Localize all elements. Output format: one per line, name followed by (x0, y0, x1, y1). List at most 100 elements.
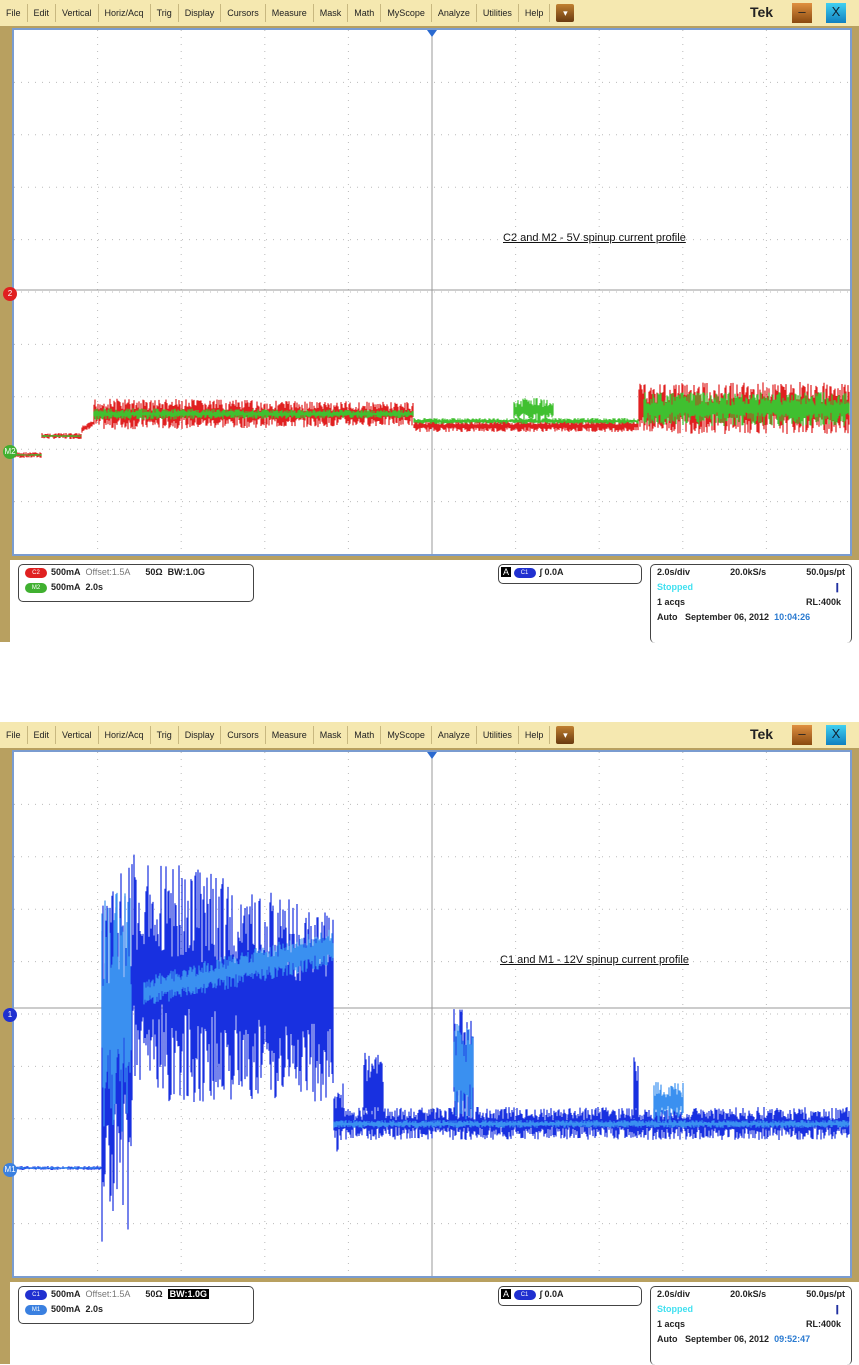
menu-horizacq[interactable]: Horiz/Acq (99, 4, 151, 22)
acq-count: 1 acqs (657, 597, 686, 607)
date: September 06, 2012 (685, 1334, 770, 1344)
trigger-type: Auto (657, 1334, 678, 1344)
math-badge[interactable]: M2 (25, 582, 47, 593)
thermometer-icon: ❙ (833, 1304, 841, 1314)
record-length: RL:400k (805, 1319, 841, 1329)
tek-logo: Tek (750, 4, 774, 20)
impedance: 50Ω (145, 567, 163, 577)
math-scale: 500mA (51, 1304, 81, 1314)
trigger-position-icon (427, 752, 437, 759)
math-time: 2.0s (85, 1304, 104, 1314)
menu-help[interactable]: Help (519, 726, 551, 744)
menu-bar: File Edit Vertical Horiz/Acq Trig Display Curs… (0, 722, 859, 748)
channel-marker[interactable]: 2 (3, 287, 17, 301)
status-area: C1 500mA Offset:1.5A 50Ω BW:1.0G M1 500mA … (10, 1282, 859, 1365)
menu-measure[interactable]: Measure (266, 4, 314, 22)
menu-edit[interactable]: Edit (28, 4, 57, 22)
menu-bar: File Edit Vertical Horiz/Acq Trig Display Curs… (0, 0, 859, 26)
menu-trig[interactable]: Trig (151, 726, 179, 744)
math-marker[interactable]: M1 (3, 1163, 17, 1177)
channel-readout[interactable]: C1 500mA Offset:1.5A 50Ω BW:1.0G M1 500mA … (18, 1286, 254, 1324)
channel-marker[interactable]: 1 (3, 1008, 17, 1022)
trigger-readout[interactable]: A C1 ∫ 0.0A (498, 1286, 642, 1306)
math-scale: 500mA (51, 582, 81, 592)
resolution: 50.0µs/pt (806, 1289, 845, 1299)
sample-rate: 20.0kS/s (730, 1289, 767, 1299)
menu-vertical[interactable]: Vertical (56, 726, 99, 744)
channel-offset: Offset:1.5A (85, 1289, 131, 1299)
menu-dropdown-button[interactable]: ▾ (556, 726, 575, 744)
trigger-level: ∫ 0.0A (539, 567, 564, 577)
channel-badge[interactable]: C2 (25, 567, 47, 578)
channel-readout[interactable]: C2 500mA Offset:1.5A 50Ω BW:1.0G M2 500mA … (18, 564, 254, 602)
bandwidth: BW:1.0G (167, 567, 206, 577)
annotation: C2 and M2 - 5V spinup current profile (503, 232, 686, 244)
menu-display[interactable]: Display (179, 4, 222, 22)
trigger-mode: A (501, 1289, 512, 1299)
menu-analyze[interactable]: Analyze (432, 726, 477, 744)
menu-cursors[interactable]: Cursors (221, 4, 266, 22)
trigger-readout[interactable]: A C1 ∫ 0.0A (498, 564, 642, 584)
minimize-button[interactable]: – (792, 725, 812, 745)
sample-rate: 20.0kS/s (730, 567, 767, 577)
scope-screen: File Edit Vertical Horiz/Acq Trig Display Curs… (0, 722, 859, 1365)
menu-analyze[interactable]: Analyze (432, 4, 477, 22)
timebase: 2.0s/div (657, 1289, 691, 1299)
math-badge[interactable]: M1 (25, 1304, 47, 1315)
menu-math[interactable]: Math (348, 4, 382, 22)
menu-cursors[interactable]: Cursors (221, 726, 266, 744)
acquisition-readout[interactable]: 2.0s/div 20.0kS/s 50.0µs/pt Stopped ❙ 1 acq… (650, 1286, 852, 1365)
trigger-mode: A (501, 567, 512, 577)
menu-trig[interactable]: Trig (151, 4, 179, 22)
menu-display[interactable]: Display (179, 726, 222, 744)
status-area: C2 500mA Offset:1.5A 50Ω BW:1.0G M2 500mA … (10, 560, 859, 643)
menu-mask[interactable]: Mask (314, 726, 349, 744)
trigger-source: C1 (513, 567, 536, 578)
math-marker[interactable]: M2 (3, 445, 17, 459)
trigger-type: Auto (657, 612, 678, 622)
close-button[interactable]: X (826, 3, 846, 23)
acquisition-readout[interactable]: 2.0s/div 20.0kS/s 50.0µs/pt Stopped ❙ 1 acq… (650, 564, 852, 643)
waveform-display (14, 30, 850, 554)
date: September 06, 2012 (685, 612, 770, 622)
scope-screen: File Edit Vertical Horiz/Acq Trig Display Curs… (0, 0, 859, 643)
bandwidth: BW:1.0G (167, 1289, 210, 1299)
menu-mask[interactable]: Mask (314, 4, 349, 22)
menu-utilities[interactable]: Utilities (477, 726, 519, 744)
menu-edit[interactable]: Edit (28, 726, 57, 744)
tek-logo: Tek (750, 726, 774, 742)
channel-badge[interactable]: C1 (25, 1289, 47, 1300)
record-length: RL:400k (805, 597, 841, 607)
thermometer-icon: ❙ (833, 582, 841, 592)
acq-count: 1 acqs (657, 1319, 686, 1329)
menu-vertical[interactable]: Vertical (56, 4, 99, 22)
time: 09:52:47 (774, 1334, 811, 1344)
menu-utilities[interactable]: Utilities (477, 4, 519, 22)
menu-file[interactable]: File (0, 726, 28, 744)
trigger-source: C1 (513, 1289, 536, 1300)
menu-help[interactable]: Help (519, 4, 551, 22)
graticule[interactable] (12, 750, 852, 1278)
waveform-display (14, 752, 850, 1276)
acq-status: Stopped (657, 582, 693, 592)
timebase: 2.0s/div (657, 567, 691, 577)
minimize-button[interactable]: – (792, 3, 812, 23)
menu-file[interactable]: File (0, 4, 28, 22)
menu-measure[interactable]: Measure (266, 726, 314, 744)
menu-dropdown-button[interactable]: ▾ (556, 4, 575, 22)
channel-scale: 500mA (51, 567, 81, 577)
close-button[interactable]: X (826, 725, 846, 745)
impedance: 50Ω (145, 1289, 163, 1299)
time: 10:04:26 (774, 612, 811, 622)
menu-math[interactable]: Math (348, 726, 382, 744)
channel-offset: Offset:1.5A (85, 567, 131, 577)
resolution: 50.0µs/pt (806, 567, 845, 577)
channel-scale: 500mA (51, 1289, 81, 1299)
annotation: C1 and M1 - 12V spinup current profile (500, 954, 689, 966)
menu-horizacq[interactable]: Horiz/Acq (99, 726, 151, 744)
math-time: 2.0s (85, 582, 104, 592)
trigger-level: ∫ 0.0A (539, 1289, 564, 1299)
graticule[interactable] (12, 28, 852, 556)
menu-myscope[interactable]: MyScope (381, 726, 432, 744)
menu-myscope[interactable]: MyScope (381, 4, 432, 22)
